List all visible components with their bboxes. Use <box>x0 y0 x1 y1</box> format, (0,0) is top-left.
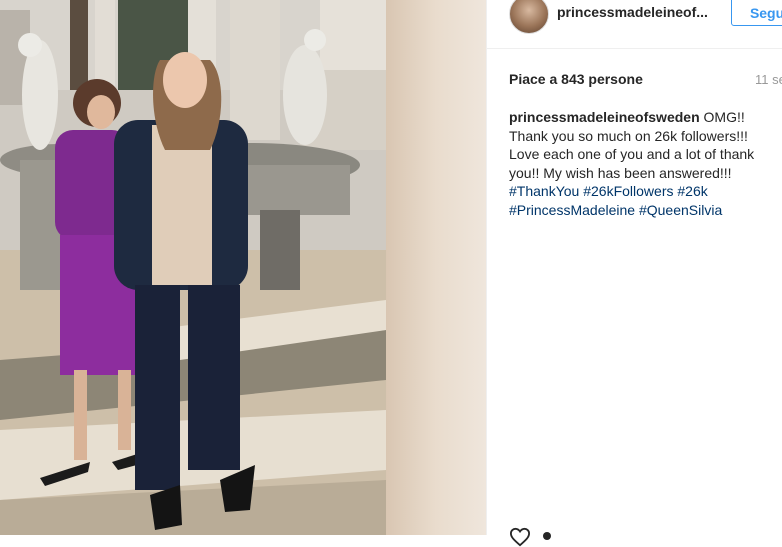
post-caption: princessmadeleineofsweden OMG!! Thank yo… <box>509 108 777 219</box>
image-edge <box>386 0 486 535</box>
hashtag-thankyou[interactable]: #ThankYou <box>509 183 579 199</box>
post-sidebar: princessmadeleineof... Segui Piace a 843… <box>486 0 782 547</box>
post-header: princessmadeleineof... Segui <box>487 0 782 49</box>
post-photo[interactable] <box>0 0 386 535</box>
avatar[interactable] <box>509 0 549 34</box>
comment-icon[interactable] <box>543 532 551 540</box>
hashtag-queensilvia[interactable]: #QueenSilvia <box>639 202 722 218</box>
hashtag-26kfollowers[interactable]: #26kFollowers <box>583 183 673 199</box>
photo-illustration <box>0 0 386 535</box>
caption-username[interactable]: princessmadeleineofsweden <box>509 109 700 125</box>
hashtag-princessmadeleine[interactable]: #PrincessMadeleine <box>509 202 635 218</box>
heart-icon[interactable] <box>509 527 531 547</box>
follow-button[interactable]: Segui <box>731 0 782 26</box>
post-timestamp[interactable]: 11 se <box>755 72 782 87</box>
likes-count[interactable]: Piace a 843 persone <box>509 71 643 87</box>
username-link[interactable]: princessmadeleineof... <box>557 4 708 20</box>
hashtag-26k[interactable]: #26k <box>677 183 707 199</box>
